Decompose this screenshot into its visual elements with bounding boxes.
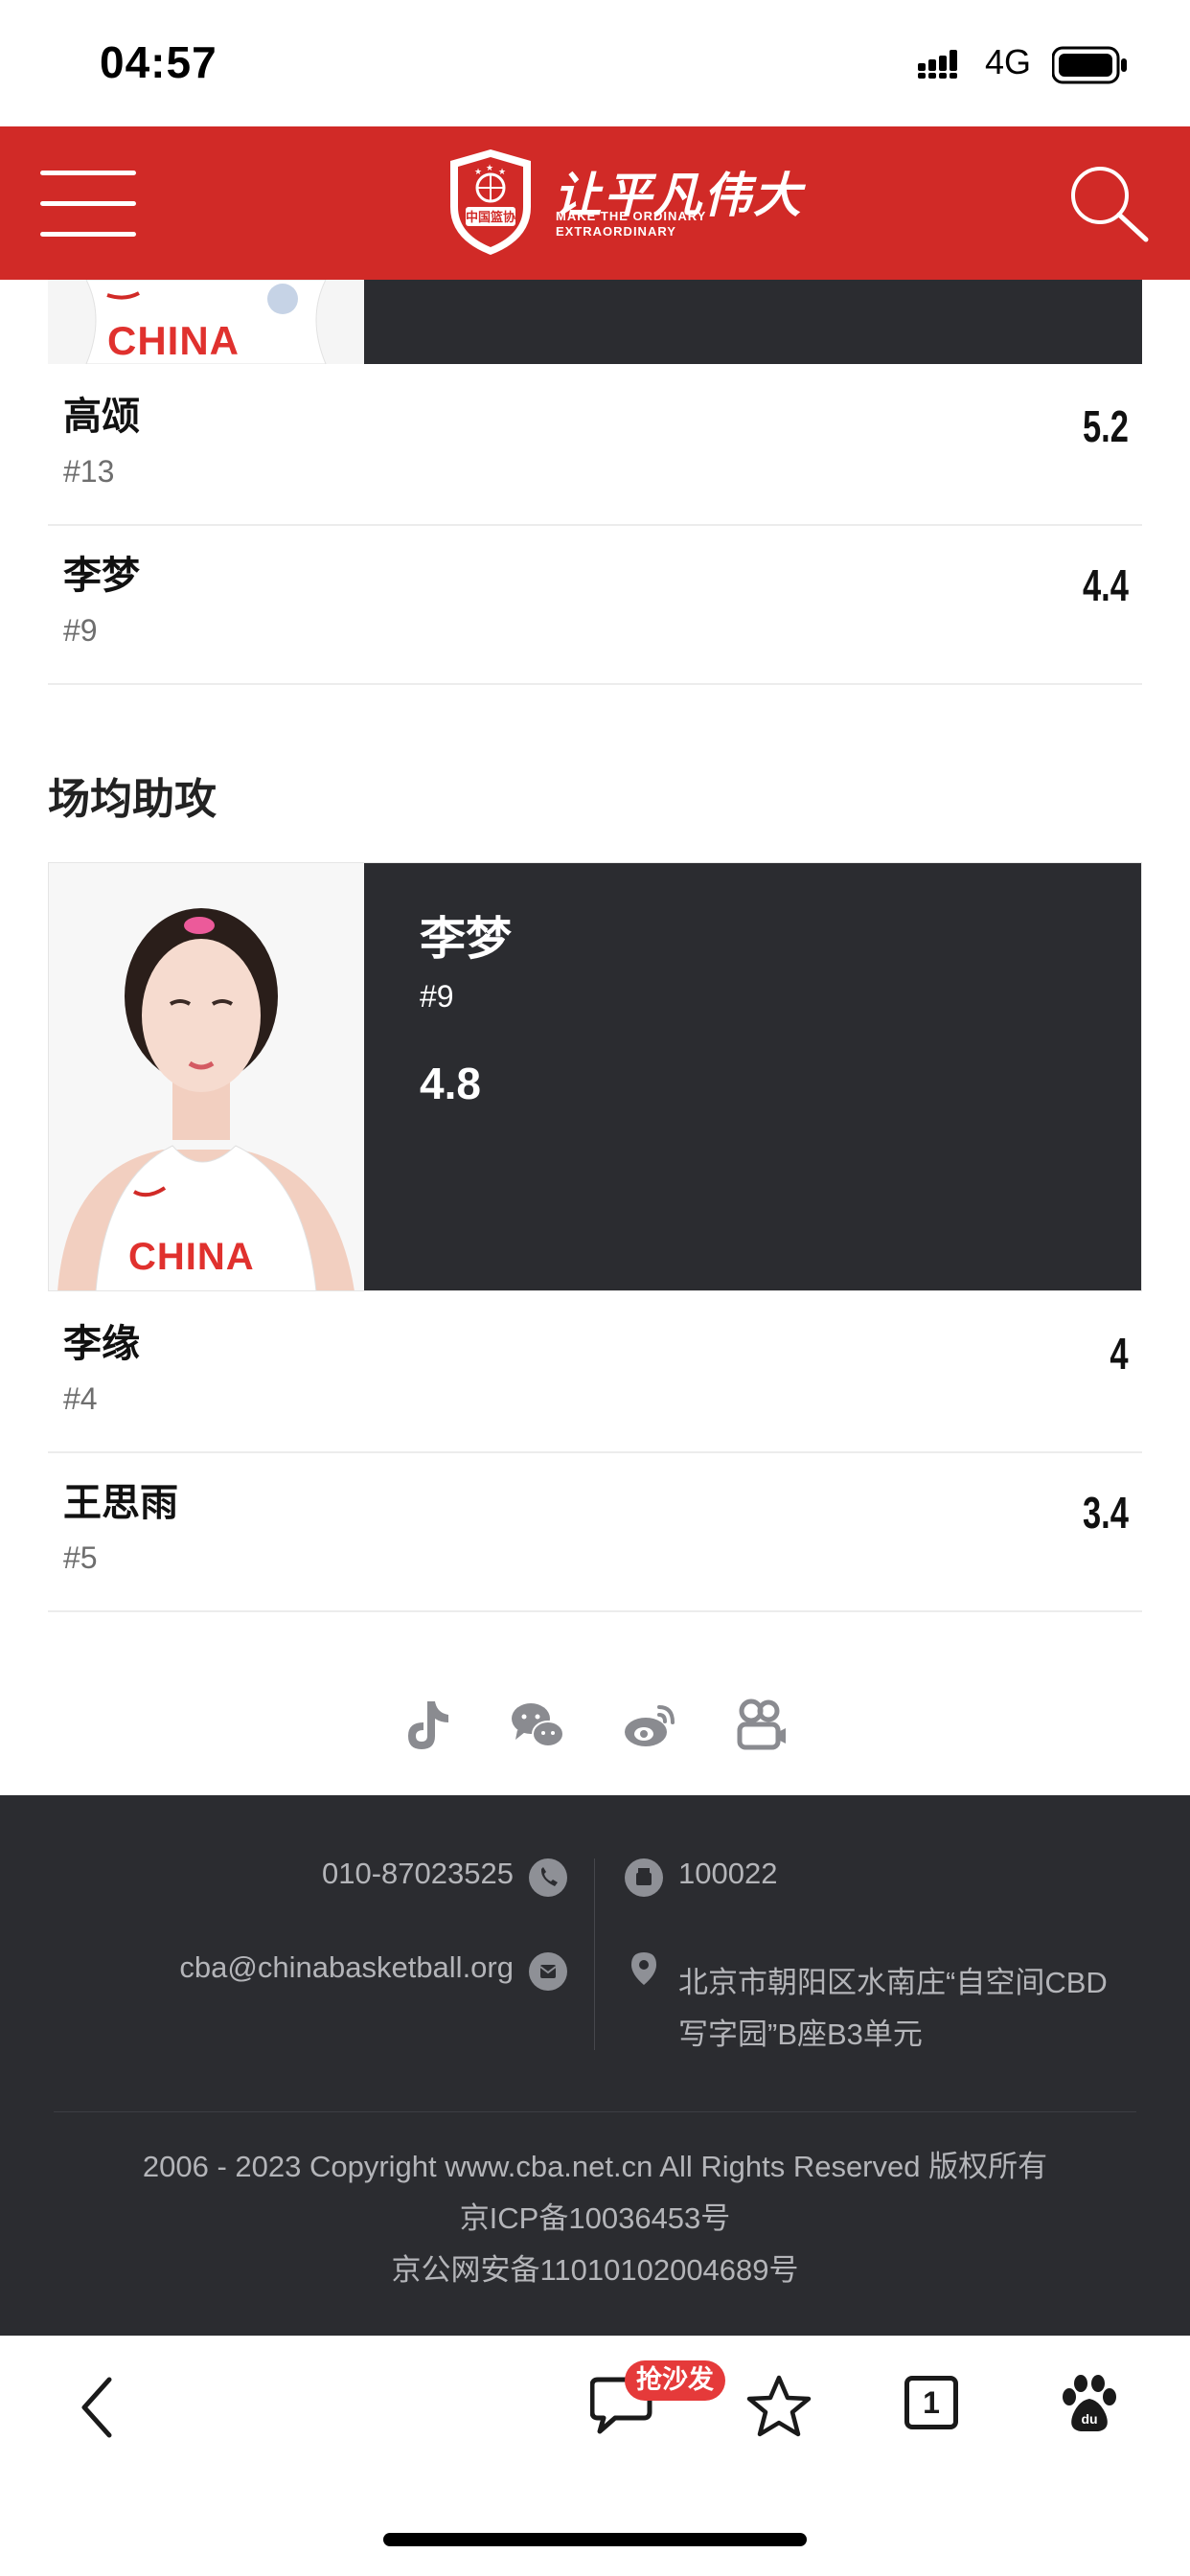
search-icon[interactable] <box>1065 161 1152 247</box>
comment-badge: 抢沙发 <box>625 2360 725 2401</box>
copyright: 2006 - 2023 Copyright www.cba.net.cn All… <box>142 2150 1048 2183</box>
footer-divider <box>594 1858 595 2050</box>
list-item[interactable]: 高颂 #13 5.2 <box>48 366 1142 526</box>
featured-player-name: 李梦 <box>420 912 513 966</box>
icp-record[interactable]: 京ICP备10036453号 <box>0 2194 1190 2237</box>
svg-text:★: ★ <box>486 164 493 173</box>
signal-icon <box>918 50 957 79</box>
stat-value: 3.4 <box>1083 1488 1129 1538</box>
back-icon[interactable] <box>73 2374 121 2441</box>
location-icon <box>631 1952 656 1985</box>
player-number: #9 <box>63 613 98 648</box>
player-number: #4 <box>63 1381 98 1416</box>
douyin-icon[interactable] <box>399 1696 458 1755</box>
section-title: 场均助攻 <box>48 775 217 824</box>
star-icon[interactable] <box>745 2374 812 2439</box>
stat-value: 4.4 <box>1083 560 1129 610</box>
list-item[interactable]: 王思雨 #5 3.4 <box>48 1452 1142 1612</box>
weibo-icon[interactable] <box>621 1696 680 1755</box>
postcode: 100022 <box>678 1857 778 1890</box>
svg-text:★: ★ <box>474 168 482 177</box>
address-line2: 写字园”B座B3单元 <box>678 2017 923 2051</box>
video-icon[interactable] <box>730 1696 790 1755</box>
player-number: #13 <box>63 454 115 489</box>
player-name: 李缘 <box>63 1322 140 1366</box>
player-name: 高颂 <box>63 395 140 439</box>
wechat-icon[interactable] <box>508 1696 567 1755</box>
address-line1: 北京市朝阳区水南庄“自空间CBD <box>678 1966 1108 1999</box>
player-name: 李梦 <box>63 554 140 598</box>
jersey-text: CHINA <box>107 318 240 363</box>
featured-player-card[interactable] <box>48 862 1142 1291</box>
svg-text:中国篮协: 中国篮协 <box>466 210 515 225</box>
svg-text:★: ★ <box>498 168 506 177</box>
svg-text:du: du <box>1081 2411 1097 2427</box>
player-number: #5 <box>63 1540 98 1575</box>
list-item[interactable]: 李梦 #9 4.4 <box>48 525 1142 685</box>
police-record[interactable]: 京公网安备11010102004689号 <box>0 2245 1190 2289</box>
status-time: 04:57 <box>100 37 217 87</box>
stat-value: 4 <box>1110 1329 1129 1379</box>
cba-logo[interactable]: ★ ★ ★ 中国篮协 <box>443 146 538 259</box>
player-name: 王思雨 <box>63 1481 178 1525</box>
stat-value: 5.2 <box>1083 401 1129 451</box>
baidu-icon[interactable]: du <box>1058 2372 1121 2435</box>
featured-player-number: #9 <box>420 979 454 1014</box>
phone-icon <box>529 1858 567 1897</box>
featured-panel <box>364 280 1142 364</box>
network-type: 4G <box>985 42 1032 81</box>
slogan-en-line2: EXTRAORDINARY <box>556 224 676 239</box>
tabs-button[interactable]: 1 <box>904 2376 958 2429</box>
battery-icon <box>1052 46 1127 84</box>
email-address[interactable]: cba@chinabasketball.org <box>96 1950 514 1985</box>
home-indicator <box>383 2533 807 2546</box>
list-item[interactable]: 李缘 #4 4 <box>48 1293 1142 1453</box>
footer-divider <box>54 2111 1136 2112</box>
phone-number[interactable]: 010-87023525 <box>230 1857 514 1891</box>
slogan-en-line1: MAKE THE ORDINARY <box>556 209 707 223</box>
menu-icon[interactable] <box>40 167 138 239</box>
email-icon <box>529 1952 567 1991</box>
postcode-icon <box>625 1858 663 1897</box>
featured-stat-value: 4.8 <box>420 1059 481 1108</box>
